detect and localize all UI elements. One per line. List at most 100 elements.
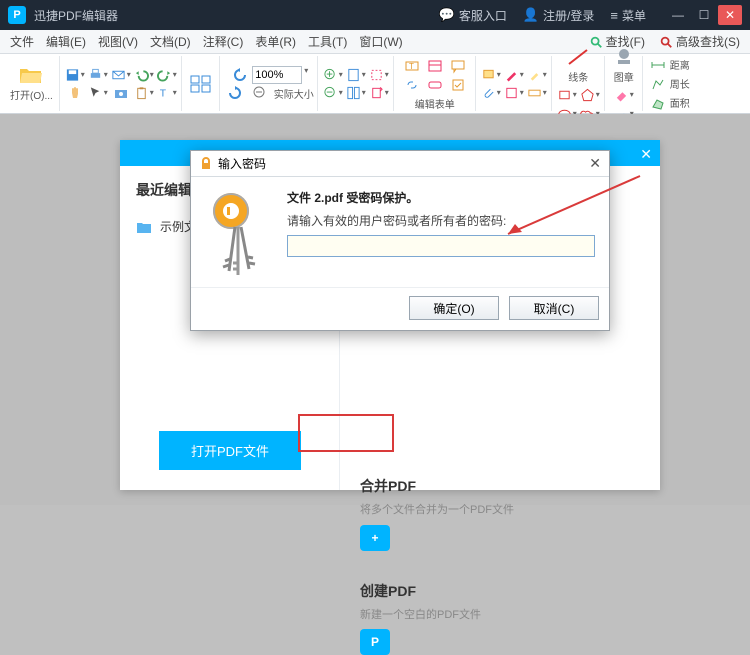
- pencil-button[interactable]: ▾: [503, 66, 525, 84]
- eraser-button[interactable]: ▾: [613, 86, 635, 104]
- lock-icon: [199, 157, 213, 171]
- note-button[interactable]: ▾: [480, 66, 502, 84]
- svg-text:T: T: [409, 62, 414, 71]
- merge-title: 合并PDF: [360, 476, 530, 496]
- main-menu-label: 菜单: [622, 7, 646, 24]
- area-button[interactable]: [647, 94, 669, 112]
- dialog-ok-button[interactable]: 确定(O): [409, 296, 499, 320]
- save-button[interactable]: ▾: [64, 66, 86, 84]
- rotate-cw-button[interactable]: [224, 84, 246, 102]
- svg-text:T: T: [160, 88, 167, 99]
- perimeter-button[interactable]: [647, 75, 669, 93]
- login-link[interactable]: 👤 注册/登录: [523, 7, 595, 24]
- redo-button[interactable]: ▾: [156, 66, 178, 84]
- select-tool-button[interactable]: ▾: [87, 84, 109, 102]
- undo-button[interactable]: ▾: [133, 66, 155, 84]
- form-icon: [424, 57, 446, 75]
- customer-service-link[interactable]: 💬 客服入口: [439, 7, 507, 24]
- open-pdf-button[interactable]: 打开PDF文件: [159, 431, 301, 470]
- dialog-cancel-button[interactable]: 取消(C): [509, 296, 599, 320]
- text-field-icon: T: [401, 57, 423, 75]
- dialog-message-1: 文件 2.pdf 受密码保护。: [287, 189, 595, 206]
- area-label: 面积: [670, 95, 690, 112]
- polygon-button[interactable]: ▾: [579, 86, 601, 104]
- crop-button[interactable]: ▾: [368, 66, 390, 84]
- text-edit-button[interactable]: T▾: [156, 84, 178, 102]
- advanced-search-icon: [659, 35, 673, 49]
- page-layout-button[interactable]: ▾: [345, 84, 367, 102]
- user-icon: 👤: [523, 7, 539, 23]
- annotation-icon: [447, 57, 469, 75]
- stamp-button[interactable]: 图章: [609, 45, 639, 86]
- dialog-title: 输入密码: [218, 155, 266, 172]
- rotate-page-button[interactable]: ▾: [368, 84, 390, 102]
- menu-document[interactable]: 文档(D): [144, 31, 197, 52]
- create-title: 创建PDF: [360, 581, 530, 601]
- highlight-button[interactable]: ▾: [526, 66, 548, 84]
- menu-form[interactable]: 表单(R): [249, 31, 302, 52]
- folder-open-icon: [19, 65, 43, 85]
- password-dialog: 输入密码 ✕ 文件 2.pdf 受密码保护。: [190, 150, 610, 331]
- distance-label: 距离: [670, 57, 690, 74]
- menu-icon: ≡: [610, 8, 618, 23]
- attachment-button[interactable]: ▾: [480, 84, 502, 102]
- print-button[interactable]: ▾: [87, 66, 109, 84]
- menu-comment[interactable]: 注释(C): [197, 31, 250, 52]
- create-desc: 新建一个空白的PDF文件: [360, 607, 530, 624]
- rectangle-button[interactable]: ▾: [556, 86, 578, 104]
- checkbox-icon: [447, 76, 469, 94]
- menu-window[interactable]: 窗口(W): [353, 31, 408, 52]
- document-grid-button[interactable]: [186, 72, 216, 96]
- hand-tool-button[interactable]: [64, 84, 86, 102]
- create-pdf-card[interactable]: 创建PDF 新建一个空白的PDF文件 P: [360, 581, 530, 655]
- merge-desc: 将多个文件合并为一个PDF文件: [360, 502, 530, 519]
- actual-size-label[interactable]: 实际大小: [274, 86, 314, 101]
- textbox-button[interactable]: ▾: [526, 84, 548, 102]
- edit-form-label: 编辑表单: [415, 96, 455, 111]
- perimeter-label: 周长: [670, 76, 690, 93]
- menu-file[interactable]: 文件: [4, 31, 40, 52]
- menu-view[interactable]: 视图(V): [92, 31, 144, 52]
- link-icon: [401, 76, 423, 94]
- merge-pdf-card[interactable]: 合并PDF 将多个文件合并为一个PDF文件 +: [360, 476, 530, 551]
- menu-tools[interactable]: 工具(T): [302, 31, 353, 52]
- snapshot-button[interactable]: [110, 84, 132, 102]
- app-logo-icon: P: [8, 6, 26, 24]
- dialog-titlebar: 输入密码 ✕: [191, 151, 609, 177]
- login-label: 注册/登录: [543, 7, 594, 24]
- page-fit-button[interactable]: ▾: [345, 66, 367, 84]
- line-label: 线条: [568, 69, 588, 84]
- panel-close-button[interactable]: ✕: [640, 146, 652, 163]
- stamp-icon: [612, 47, 636, 67]
- grid-icon: [189, 74, 213, 94]
- minimize-button[interactable]: —: [666, 5, 690, 25]
- chat-icon: 💬: [439, 7, 455, 23]
- reduce-button[interactable]: ▾: [322, 84, 344, 102]
- merge-icon: +: [360, 525, 390, 551]
- edit-form-button[interactable]: T 编辑表单: [398, 55, 472, 113]
- rotate-ccw-button[interactable]: [229, 66, 251, 84]
- dialog-close-button[interactable]: ✕: [589, 155, 601, 172]
- password-input[interactable]: [287, 235, 595, 257]
- maximize-button[interactable]: ☐: [692, 5, 716, 25]
- advanced-find-label: 高级查找(S): [676, 33, 740, 50]
- email-button[interactable]: ▾: [110, 66, 132, 84]
- close-button[interactable]: ✕: [718, 5, 742, 25]
- button-icon: [424, 76, 446, 94]
- zoom-out-button[interactable]: [249, 84, 271, 102]
- line-icon: [566, 47, 590, 67]
- toolbar-ribbon: 打开(O)... ▾ ▾ ▾ ▾ ▾ ▾ ▾ T▾ ▾: [0, 54, 750, 114]
- app-name: 迅捷PDF编辑器: [34, 7, 118, 24]
- main-menu-link[interactable]: ≡ 菜单: [610, 7, 646, 24]
- dialog-message-2: 请输入有效的用户密码或者所有者的密码:: [287, 212, 595, 229]
- clipboard-button[interactable]: ▾: [133, 84, 155, 102]
- menu-edit[interactable]: 编辑(E): [40, 31, 92, 52]
- shape-button[interactable]: ▾: [503, 84, 525, 102]
- zoom-in-button[interactable]: ▾: [322, 66, 344, 84]
- zoom-select[interactable]: [252, 66, 302, 84]
- distance-button[interactable]: [647, 56, 669, 74]
- open-file-label: 打开(O)...: [10, 87, 53, 102]
- open-file-button[interactable]: 打开(O)...: [7, 63, 56, 104]
- advanced-find-button[interactable]: 高级查找(S): [653, 31, 746, 52]
- line-tool-button[interactable]: 线条: [563, 45, 593, 86]
